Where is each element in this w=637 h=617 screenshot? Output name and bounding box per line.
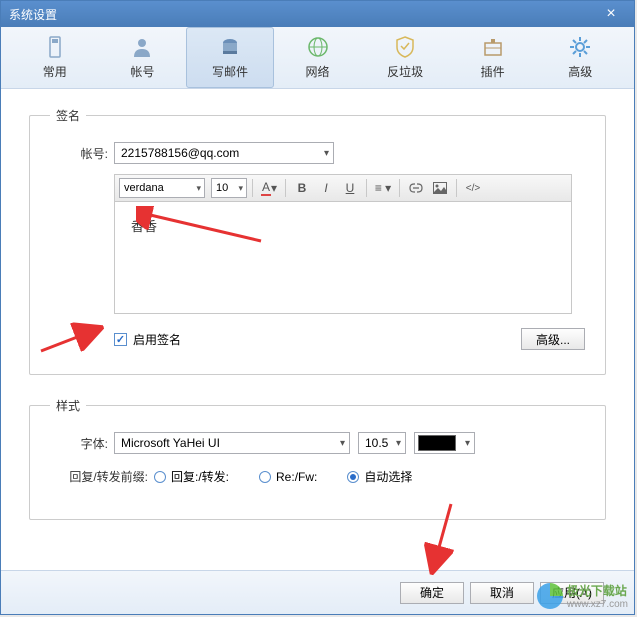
style-size-select[interactable]: 10.5 xyxy=(358,432,406,454)
enable-signature-checkbox[interactable] xyxy=(114,333,127,346)
radio-icon xyxy=(154,471,166,483)
shield-icon xyxy=(393,35,417,59)
tab-label: 高级 xyxy=(568,63,592,80)
separator xyxy=(456,179,457,197)
ok-button[interactable]: 确定 xyxy=(400,582,464,604)
account-select[interactable]: 2215788156@qq.com xyxy=(114,142,334,164)
prefix-radio-group: 回复:/转发: Re:/Fw: 自动选择 xyxy=(154,468,412,485)
signature-advanced-button[interactable]: 高级... xyxy=(521,328,585,350)
prefix-option-en[interactable]: Re:/Fw: xyxy=(259,470,317,484)
editor-toolbar: verdana 10 A ▾ B I U ≡ ▾ </> xyxy=(114,174,572,202)
editor-textarea[interactable]: 香香 xyxy=(114,202,572,314)
font-color-button[interactable]: A ▾ xyxy=(258,177,280,199)
tab-network[interactable]: 网络 xyxy=(274,27,362,88)
style-color-select[interactable] xyxy=(414,432,475,454)
enable-signature-label: 启用签名 xyxy=(133,331,181,348)
radio-icon xyxy=(347,471,359,483)
font-family-select[interactable]: verdana xyxy=(119,178,205,198)
tab-label: 网络 xyxy=(306,63,330,80)
link-button[interactable] xyxy=(405,177,427,199)
general-icon xyxy=(43,35,67,59)
source-button[interactable]: </> xyxy=(462,177,484,199)
prefix-label: 回复/转发前缀: xyxy=(50,468,148,485)
underline-button[interactable]: U xyxy=(339,177,361,199)
separator xyxy=(399,179,400,197)
italic-button[interactable]: I xyxy=(315,177,337,199)
signature-fieldset: 签名 帐号: 2215788156@qq.com verdana 10 A ▾ … xyxy=(29,107,606,375)
separator xyxy=(366,179,367,197)
signature-legend: 签名 xyxy=(50,107,86,124)
tab-general[interactable]: 常用 xyxy=(11,27,99,88)
account-value: 2215788156@qq.com xyxy=(121,146,239,160)
cancel-button[interactable]: 取消 xyxy=(470,582,534,604)
signature-content: 香香 xyxy=(131,219,157,234)
tab-label: 插件 xyxy=(481,63,505,80)
separator xyxy=(285,179,286,197)
radio-icon xyxy=(259,471,271,483)
image-button[interactable] xyxy=(429,177,451,199)
settings-window: 系统设置 × 常用 帐号 写邮件 网络 反垃圾 插件 高级 xyxy=(0,0,635,615)
style-font-select[interactable]: Microsoft YaHei UI xyxy=(114,432,350,454)
color-swatch xyxy=(418,435,456,451)
prefix-option-auto[interactable]: 自动选择 xyxy=(347,468,412,485)
tab-label: 帐号 xyxy=(130,63,154,80)
bold-button[interactable]: B xyxy=(291,177,313,199)
close-button[interactable]: × xyxy=(596,4,626,24)
font-size-select[interactable]: 10 xyxy=(211,178,247,198)
font-label: 字体: xyxy=(50,435,108,452)
tab-toolbar: 常用 帐号 写邮件 网络 反垃圾 插件 高级 xyxy=(1,27,634,89)
dialog-footer: 确定 取消 应用(A) xyxy=(1,570,634,614)
tab-plugins[interactable]: 插件 xyxy=(449,27,537,88)
style-fieldset: 样式 字体: Microsoft YaHei UI 10.5 回复/转发前缀: … xyxy=(29,397,606,520)
tab-label: 常用 xyxy=(43,63,67,80)
tab-antispam[interactable]: 反垃圾 xyxy=(361,27,449,88)
titlebar: 系统设置 × xyxy=(1,1,634,27)
apply-button[interactable]: 应用(A) xyxy=(540,582,604,604)
align-button[interactable]: ≡ ▾ xyxy=(372,177,394,199)
network-icon xyxy=(306,35,330,59)
gear-icon xyxy=(568,35,592,59)
account-label: 帐号: xyxy=(50,145,108,162)
tab-label: 反垃圾 xyxy=(387,63,423,80)
signature-editor: verdana 10 A ▾ B I U ≡ ▾ </> xyxy=(114,174,572,314)
account-icon xyxy=(130,35,154,59)
compose-icon xyxy=(218,35,242,59)
style-legend: 样式 xyxy=(50,397,86,414)
window-title: 系统设置 xyxy=(9,6,596,23)
tab-label: 写邮件 xyxy=(212,63,248,80)
tab-advanced[interactable]: 高级 xyxy=(536,27,624,88)
separator xyxy=(252,179,253,197)
content-area: 签名 帐号: 2215788156@qq.com verdana 10 A ▾ … xyxy=(1,89,634,570)
tab-account[interactable]: 帐号 xyxy=(99,27,187,88)
tab-compose[interactable]: 写邮件 xyxy=(186,27,274,88)
prefix-option-cn[interactable]: 回复:/转发: xyxy=(154,468,229,485)
plugins-icon xyxy=(481,35,505,59)
